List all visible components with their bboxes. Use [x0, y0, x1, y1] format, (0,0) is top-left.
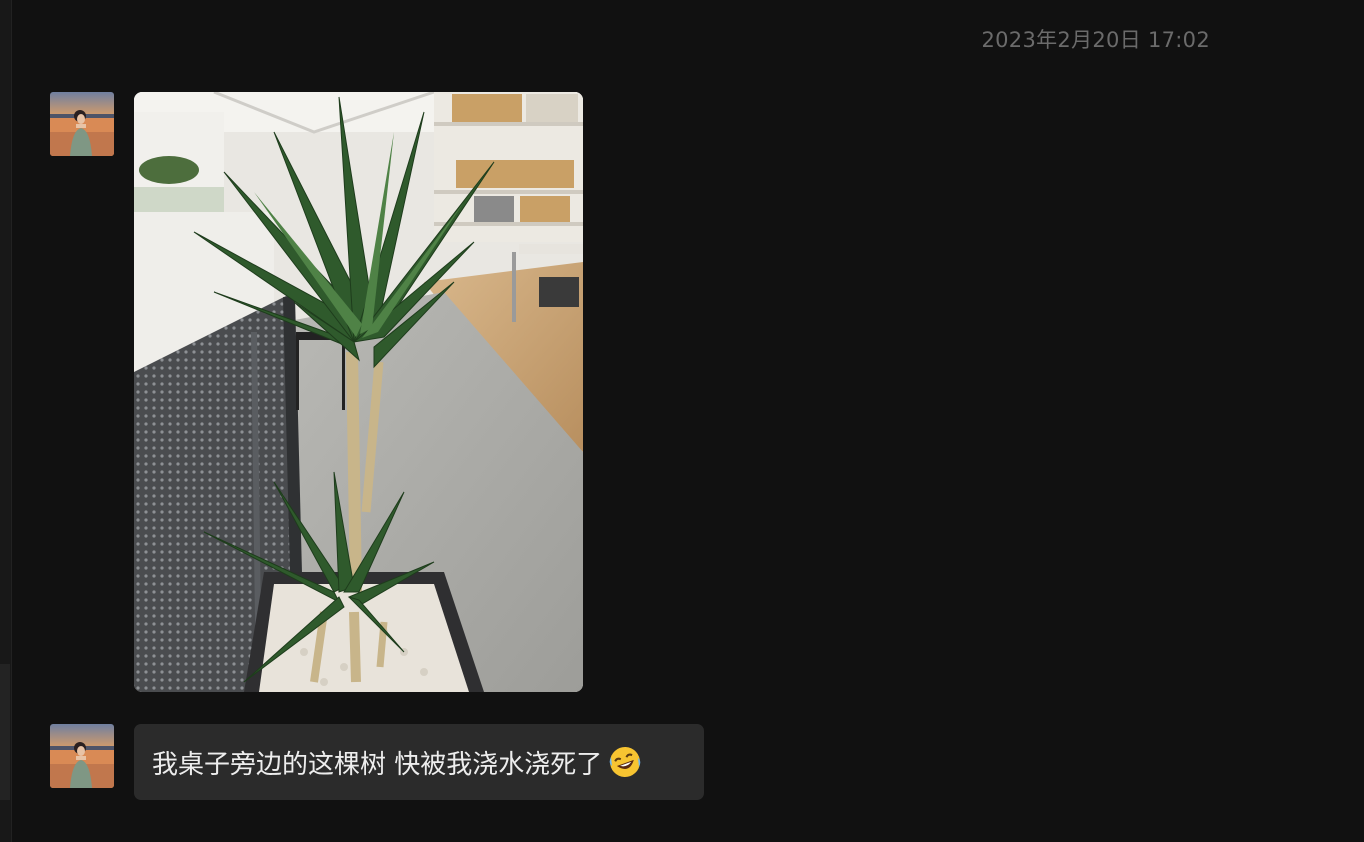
contact-avatar[interactable] — [50, 724, 114, 788]
chat-window: 2023年2月20日 17:02 我桌子旁边的这棵树 快被我浇水浇死了 — [0, 0, 1364, 842]
rolling-on-floor-laughing-emoji-icon — [608, 745, 642, 779]
contact-avatar[interactable] — [50, 92, 114, 156]
woman-lakeside-avatar-icon — [50, 724, 114, 788]
image-message[interactable] — [134, 92, 583, 692]
woman-lakeside-avatar-icon — [50, 92, 114, 156]
office-plant-photo-icon — [134, 92, 583, 692]
sidebar-edge — [0, 0, 12, 842]
message-timestamp: 2023年2月20日 17:02 — [981, 28, 1210, 52]
sidebar-scroll-thumb[interactable] — [0, 664, 10, 800]
text-message[interactable]: 我桌子旁边的这棵树 快被我浇水浇死了 — [134, 724, 704, 800]
message-text: 我桌子旁边的这棵树 快被我浇水浇死了 — [152, 749, 603, 780]
